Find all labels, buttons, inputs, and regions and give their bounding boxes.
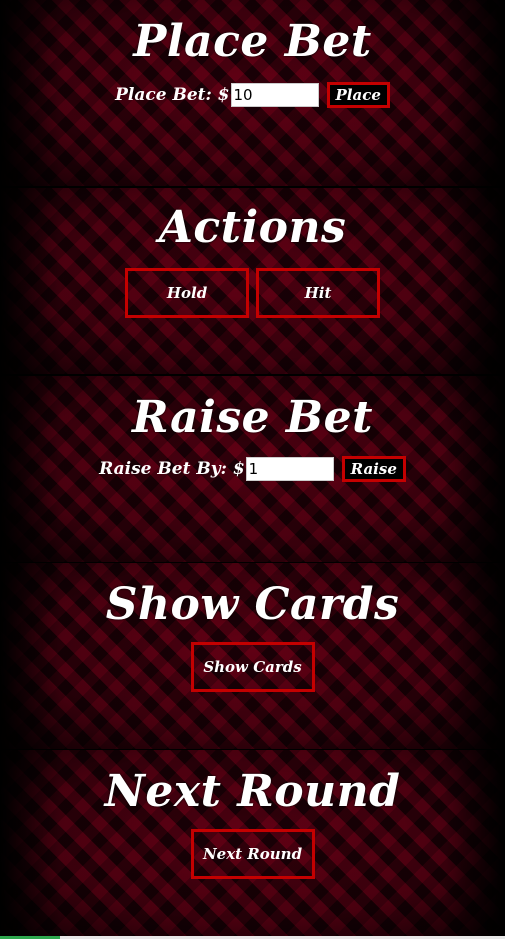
place-bet-input[interactable] bbox=[230, 83, 319, 107]
place-button[interactable]: Place bbox=[326, 82, 390, 108]
place-bet-label: Place Bet: $ bbox=[115, 85, 230, 105]
raise-button[interactable]: Raise bbox=[341, 456, 406, 482]
raise-bet-input[interactable] bbox=[245, 457, 334, 481]
hold-button[interactable]: Hold bbox=[125, 268, 249, 318]
raise-bet-form: Raise Bet By: $ Raise bbox=[0, 456, 505, 482]
next-round-button-row: Next Round bbox=[0, 829, 505, 879]
show-cards-panel: Show Cards Show Cards bbox=[0, 563, 505, 749]
show-cards-button[interactable]: Show Cards bbox=[190, 642, 315, 692]
place-bet-panel: Place Bet Place Bet: $ Place bbox=[0, 0, 505, 186]
show-cards-title: Show Cards bbox=[105, 579, 400, 630]
actions-panel: Actions Hold Hit bbox=[0, 188, 505, 374]
next-round-panel: Next Round Next Round bbox=[0, 750, 505, 936]
raise-bet-title: Raise Bet bbox=[132, 392, 373, 443]
raise-bet-panel: Raise Bet Raise Bet By: $ Raise bbox=[0, 376, 505, 562]
place-bet-form: Place Bet: $ Place bbox=[0, 82, 505, 108]
place-bet-title: Place Bet bbox=[133, 16, 372, 67]
raise-bet-label: Raise Bet By: $ bbox=[99, 459, 245, 479]
next-round-title: Next Round bbox=[104, 766, 401, 817]
next-round-button[interactable]: Next Round bbox=[190, 829, 315, 879]
show-cards-button-row: Show Cards bbox=[0, 642, 505, 692]
actions-title: Actions bbox=[158, 202, 347, 253]
actions-button-row: Hold Hit bbox=[0, 268, 505, 318]
hit-button[interactable]: Hit bbox=[256, 268, 380, 318]
